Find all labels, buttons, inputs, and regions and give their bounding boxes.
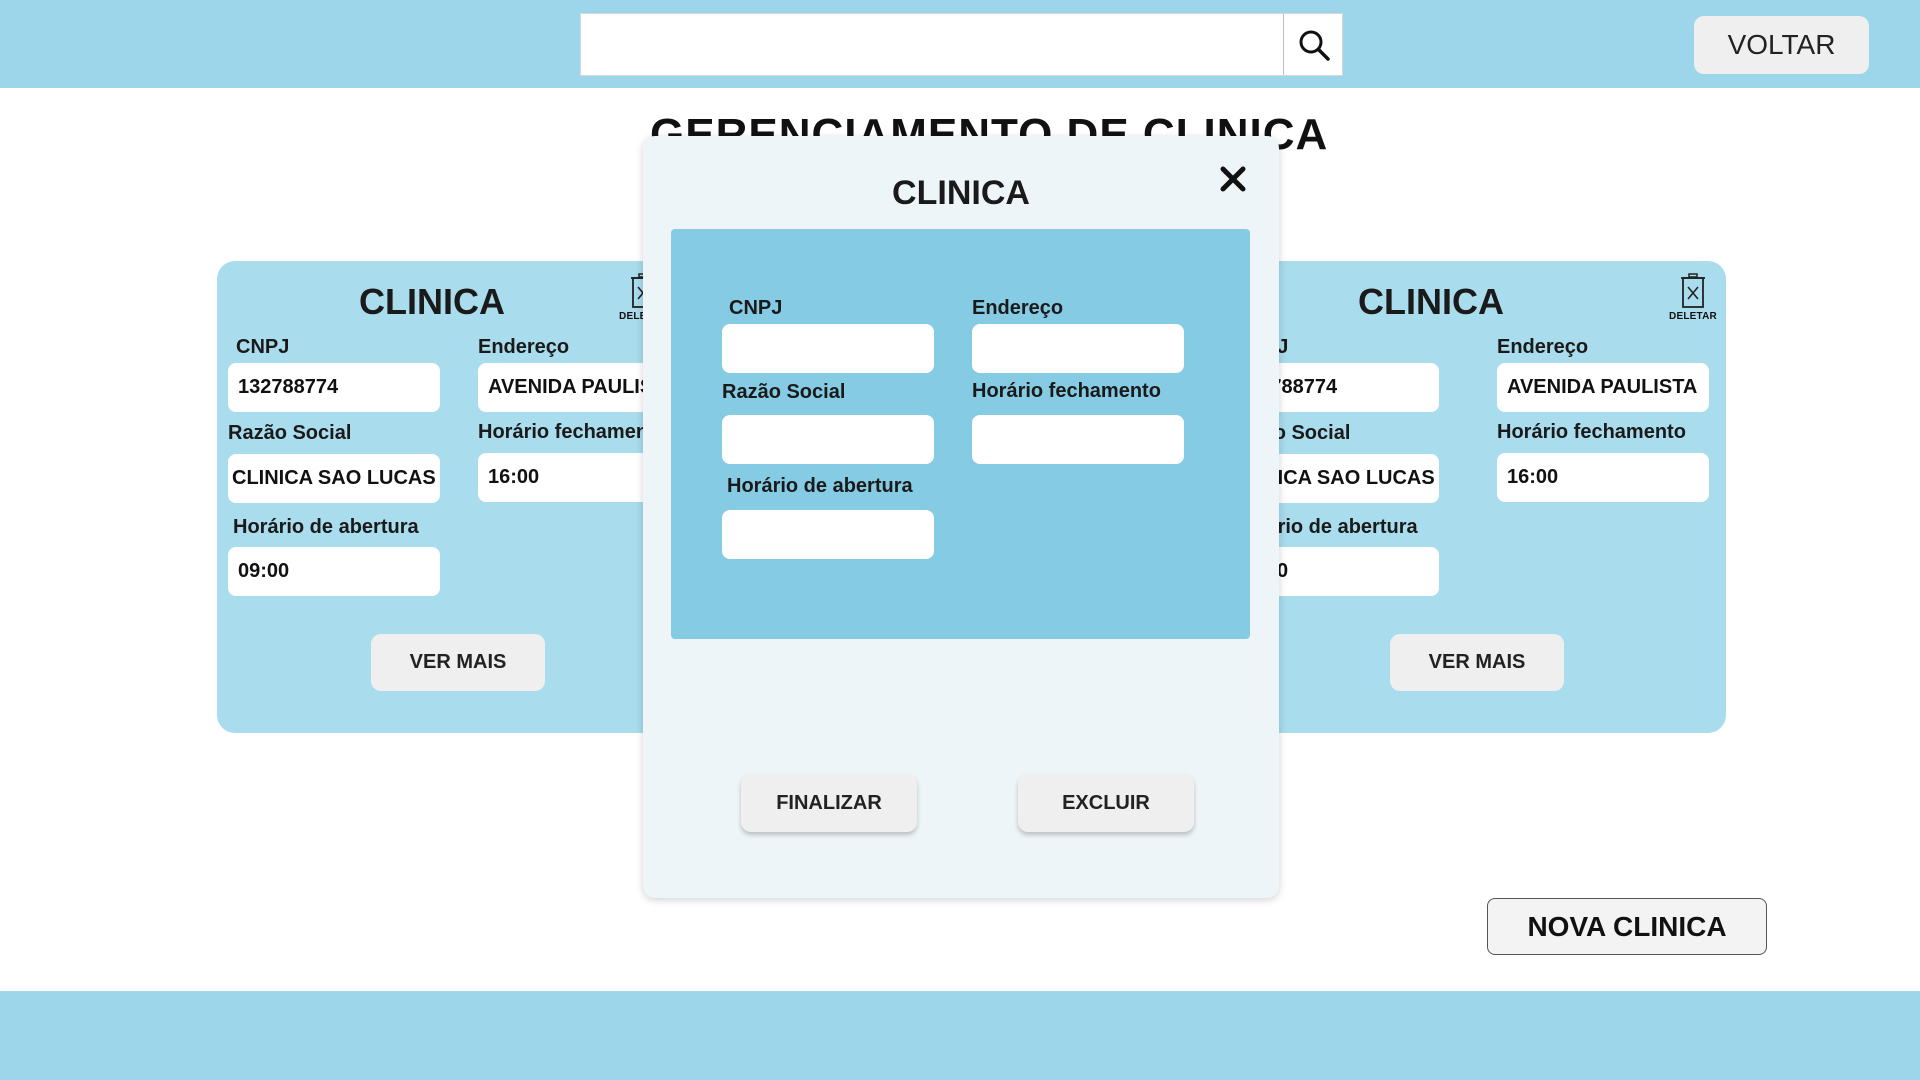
closing-time-field: 16:00 [1497,453,1709,502]
opening-time-label: Horário de abertura [233,516,419,538]
cnpj-input[interactable] [722,324,934,373]
closing-time-label: Horário fechamento [1497,421,1686,443]
back-button[interactable]: VOLTAR [1694,16,1869,74]
search-icon [1299,30,1330,61]
trash-icon [1681,273,1705,308]
company-name-label: Razão Social [228,422,352,444]
see-more-button[interactable]: VER MAIS [371,634,545,691]
address-label: Endereço [478,336,570,358]
company-name-field: CLINICA SAO LUCAS [228,454,440,503]
clinic-card: CLINICA DELETAR CNPJ 132788774 Endereço … [1216,261,1726,733]
finish-button[interactable]: FINALIZAR [741,774,917,832]
closing-time-label: Horário fechamento [972,380,1161,402]
clinic-modal: CLINICA CNPJ Endereço Razão Social Horár… [643,136,1279,898]
address-label: Endereço [1497,336,1589,358]
opening-time-input[interactable] [722,510,934,559]
delete-button[interactable]: DELETAR [1665,273,1721,329]
card-title: CLINICA [1358,281,1504,322]
modal-title: CLINICA [892,174,1030,212]
see-more-button[interactable]: VER MAIS [1390,634,1564,691]
header-bar: VOLTAR [0,0,1920,88]
opening-time-label: Horário de abertura [727,475,913,497]
address-field: AVENIDA PAULISTA [1497,363,1709,412]
close-icon [1220,166,1246,192]
address-label: Endereço [972,297,1064,319]
search-bar [580,13,1343,76]
search-button[interactable] [1283,14,1343,75]
footer-bar [0,991,1920,1080]
cnpj-field: 132788774 [228,363,440,412]
delete-clinic-button[interactable]: EXCLUIR [1018,774,1194,832]
cnpj-label: CNPJ [729,297,783,319]
search-input[interactable] [581,14,1283,75]
new-clinic-button[interactable]: NOVA CLINICA [1487,898,1767,955]
opening-time-field: 09:00 [228,547,440,596]
address-input[interactable] [972,324,1184,373]
delete-label: DELETAR [1669,311,1717,322]
company-name-input[interactable] [722,415,934,464]
closing-time-input[interactable] [972,415,1184,464]
closing-time-label: Horário fechamento [478,421,667,443]
company-name-label: Razão Social [722,381,846,403]
close-button[interactable] [1210,156,1256,202]
cnpj-label: CNPJ [236,336,290,358]
modal-form-panel: CNPJ Endereço Razão Social Horário fecha… [671,229,1250,639]
card-title: CLINICA [359,281,505,322]
